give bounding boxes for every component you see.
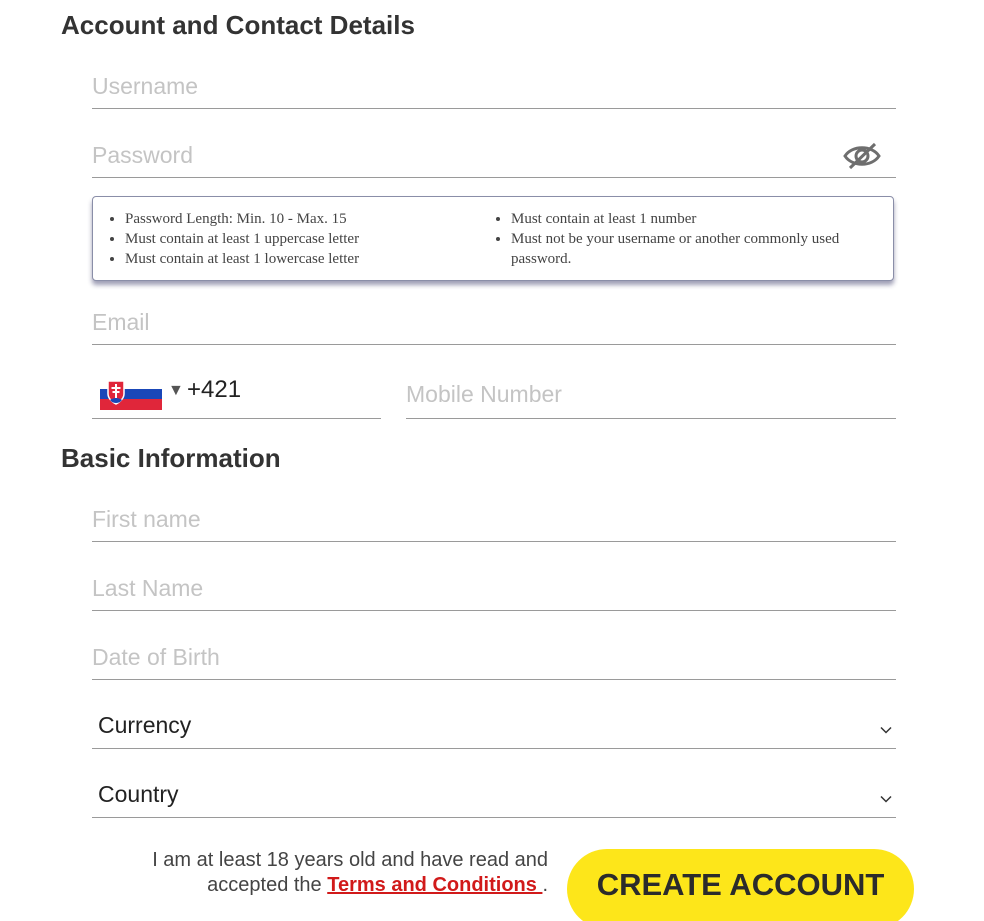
registration-form: Account and Contact Details Password Len… <box>0 0 984 921</box>
dial-code: +421 <box>187 376 242 403</box>
rule-item: Must contain at least 1 lowercase letter <box>125 249 465 269</box>
eye-hidden-icon[interactable] <box>842 141 882 171</box>
email-input[interactable] <box>92 309 832 336</box>
username-input[interactable] <box>92 73 832 100</box>
date-of-birth-input[interactable] <box>92 644 832 671</box>
first-name-field-wrap <box>92 495 896 542</box>
chevron-down-icon <box>880 795 892 803</box>
account-section-title: Account and Contact Details <box>61 10 415 40</box>
create-account-button[interactable]: CREATE ACCOUNT <box>567 849 914 921</box>
rule-item: Must contain at least 1 number <box>511 209 871 229</box>
first-name-input[interactable] <box>92 506 832 533</box>
password-rules-box: Password Length: Min. 10 - Max. 15 Must … <box>92 196 894 281</box>
mobile-number-input[interactable] <box>406 381 876 408</box>
password-rules-left: Password Length: Min. 10 - Max. 15 Must … <box>105 209 465 269</box>
consent-text-end: . <box>542 874 548 896</box>
rule-item: Password Length: Min. 10 - Max. 15 <box>125 209 465 229</box>
password-rules-right: Must contain at least 1 number Must not … <box>491 209 871 269</box>
password-input[interactable] <box>92 142 832 169</box>
currency-select[interactable]: Currency <box>92 702 896 749</box>
password-field-wrap <box>92 131 896 178</box>
country-select[interactable]: Country <box>92 771 896 818</box>
caret-down-icon: ▼ <box>168 382 184 399</box>
rule-item: Must not be your username or another com… <box>511 229 871 269</box>
rule-item: Must contain at least 1 uppercase letter <box>125 229 465 249</box>
age-terms-consent: I am at least 18 years old and have read… <box>130 848 548 898</box>
email-field-wrap <box>92 298 896 345</box>
country-select-label: Country <box>98 781 179 807</box>
basic-section-title: Basic Information <box>61 443 281 473</box>
terms-and-conditions-link[interactable]: Terms and Conditions <box>327 874 542 896</box>
last-name-input[interactable] <box>92 575 832 602</box>
last-name-field-wrap <box>92 564 896 611</box>
chevron-down-icon <box>880 726 892 734</box>
dob-field-wrap <box>92 633 896 680</box>
slovakia-flag-icon <box>100 378 162 410</box>
username-field-wrap <box>92 62 896 109</box>
country-code-selector[interactable]: ▼ +421 <box>92 370 381 419</box>
currency-select-label: Currency <box>98 712 192 738</box>
mobile-field-wrap <box>406 370 896 419</box>
